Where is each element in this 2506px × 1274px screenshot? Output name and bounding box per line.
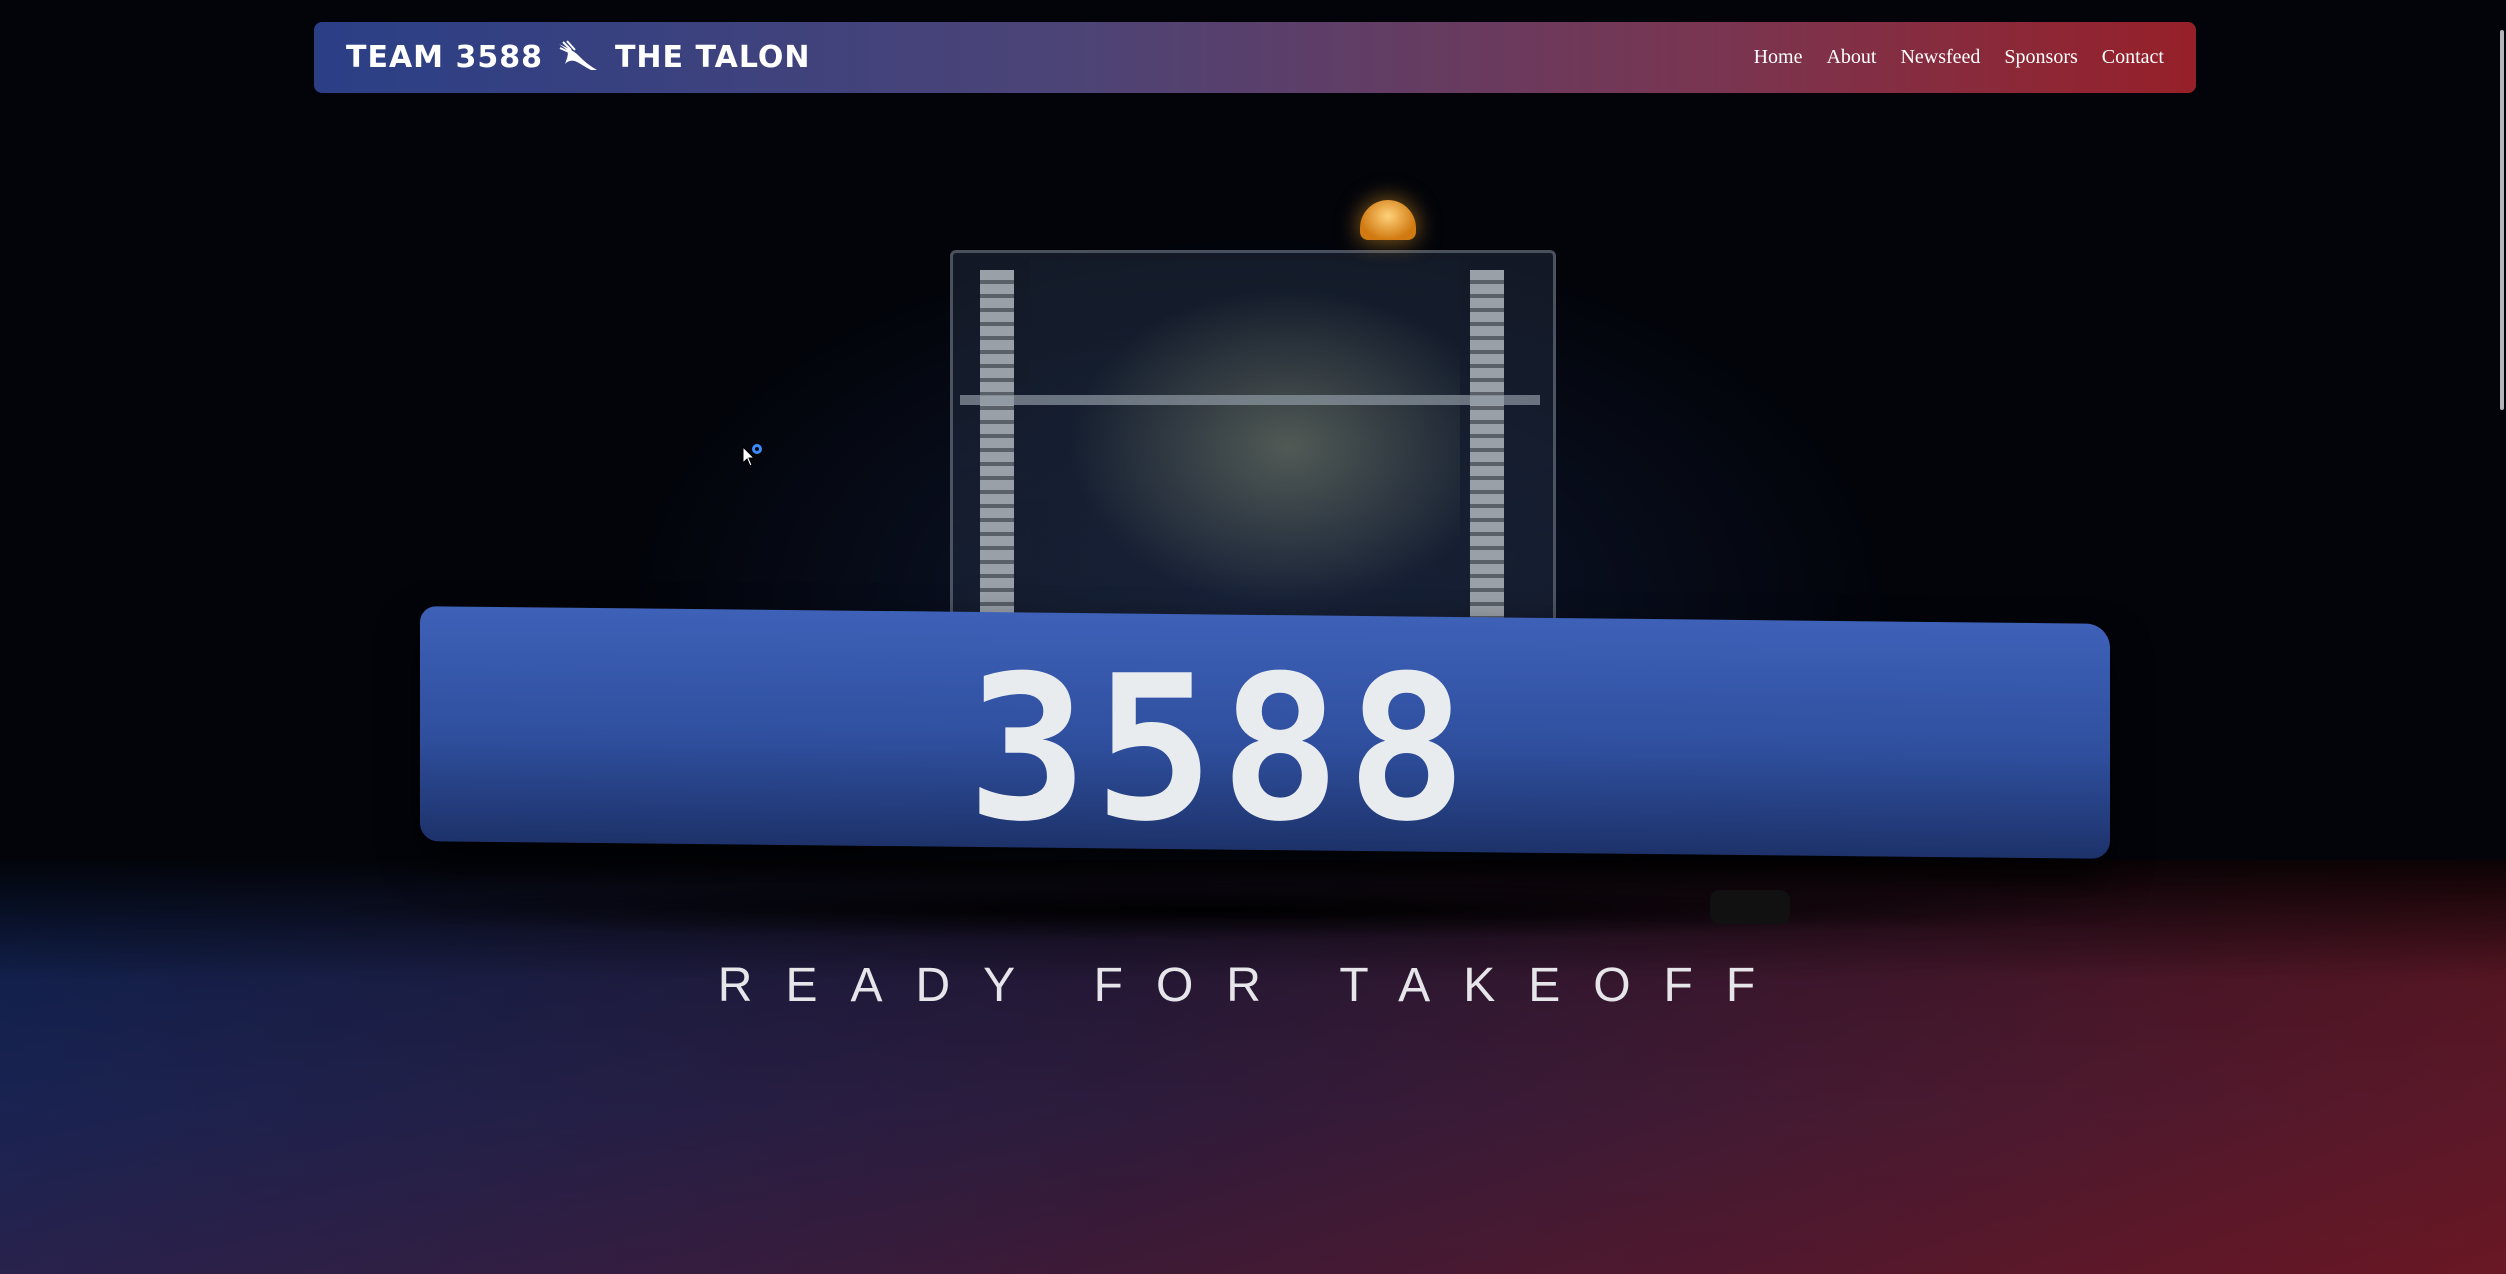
brand-name-text: THE TALON: [614, 40, 811, 75]
nav-link-home[interactable]: Home: [1754, 46, 1803, 69]
page-scrollbar[interactable]: [2500, 30, 2504, 410]
brand-logo[interactable]: TEAM 3588 THE TALON: [346, 39, 811, 76]
nav-links: Home About Newsfeed Sponsors Contact: [1754, 46, 2164, 69]
robot-rail-right: [1470, 270, 1504, 620]
hero-tagline: READY FOR TAKEOFF: [717, 959, 1789, 1012]
loading-spinner-icon: [752, 444, 762, 454]
robot-bumper-number: 3588: [967, 633, 1473, 866]
robot-electronics: [1030, 260, 1460, 600]
robot-shadow: [300, 880, 2120, 940]
robot-beacon-light: [1360, 200, 1416, 240]
robot-wheel: [1710, 890, 1790, 924]
top-navbar: TEAM 3588 THE TALON Home About Newsfeed …: [314, 22, 2196, 93]
robot-crossbar: [960, 395, 1540, 405]
talon-bird-icon: [558, 39, 597, 70]
hero-section: 3588 READY FOR TAKEOFF: [0, 0, 2506, 1274]
nav-link-sponsors[interactable]: Sponsors: [2004, 46, 2077, 69]
nav-link-about[interactable]: About: [1826, 46, 1876, 69]
robot-rail-left: [980, 270, 1014, 620]
brand-team-text: TEAM 3588: [346, 40, 543, 75]
nav-link-contact[interactable]: Contact: [2102, 46, 2164, 69]
nav-link-newsfeed[interactable]: Newsfeed: [1900, 46, 1980, 69]
